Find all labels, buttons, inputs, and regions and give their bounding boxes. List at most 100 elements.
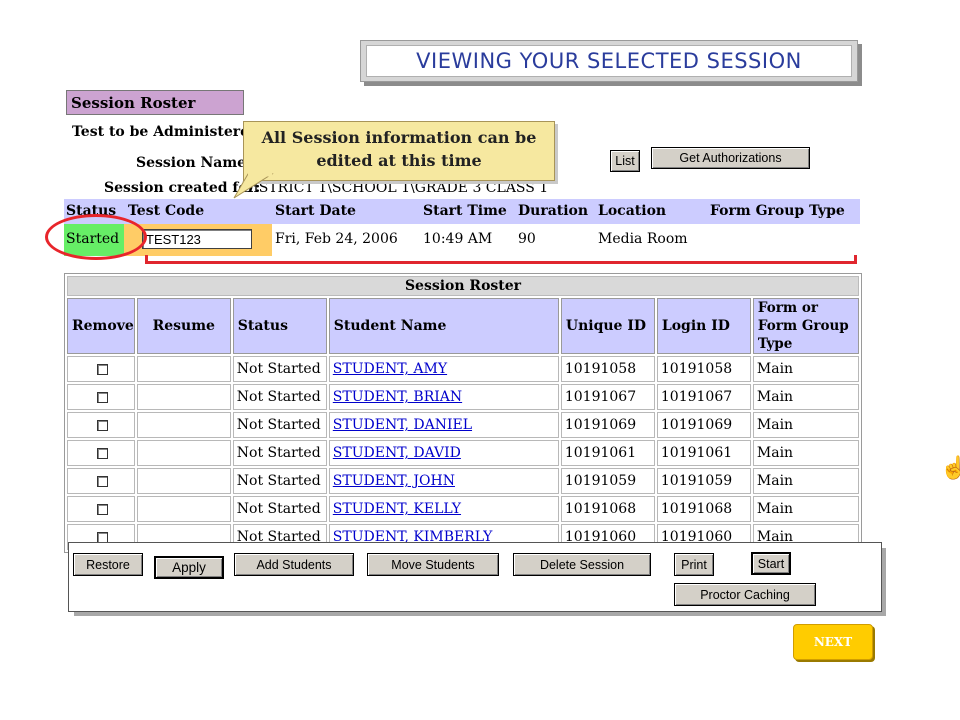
print-button[interactable]: Print [674, 553, 714, 576]
remove-checkbox[interactable] [96, 531, 108, 543]
login-id: 10191061 [656, 440, 751, 466]
header-location: Location [598, 203, 667, 219]
session-info-header: Status Test Code Start Date Start Time D… [64, 199, 860, 224]
info-callout: All Session information can be edited at… [243, 121, 555, 181]
resume-cell [136, 496, 231, 522]
start-time-value: 10:49 AM [423, 231, 493, 247]
login-id: 10191058 [656, 356, 751, 382]
col-login-id: Login ID [656, 298, 751, 354]
student-name-link[interactable]: STUDENT, BRIAN [333, 389, 462, 405]
student-status: Not Started [232, 356, 327, 382]
start-button[interactable]: Start [751, 552, 791, 575]
page-title: VIEWING YOUR SELECTED SESSION [366, 45, 852, 77]
student-status: Not Started [232, 412, 327, 438]
header-start-date: Start Date [275, 203, 356, 219]
header-form-group-type: Form Group Type [710, 203, 845, 219]
roster-body: Not Started STUDENT, AMY 10191058 10191058 M… [67, 356, 859, 550]
test-to-be-administered-label: Test to be Administered: [72, 124, 264, 140]
student-name-cell: STUDENT, DANIEL [328, 412, 559, 438]
form-type: Main [752, 496, 859, 522]
col-status: Status [232, 298, 327, 354]
list-button[interactable]: List [610, 150, 640, 172]
resume-cell [136, 384, 231, 410]
student-name-link[interactable]: STUDENT, JOHN [333, 473, 455, 489]
delete-session-button[interactable]: Delete Session [513, 553, 651, 576]
student-name-link[interactable]: STUDENT, DANIEL [333, 417, 472, 433]
form-type: Main [752, 468, 859, 494]
unique-id: 10191059 [560, 468, 655, 494]
unique-id: 10191069 [560, 412, 655, 438]
form-type: Main [752, 412, 859, 438]
session-info-row: Fri, Feb 24, 2006 10:49 AM 90 Media Room [64, 224, 860, 256]
remove-checkbox[interactable] [96, 419, 108, 431]
callout-text: All Session information can be edited at… [261, 128, 537, 170]
location-value: Media Room [598, 231, 688, 247]
form-type: Main [752, 384, 859, 410]
remove-checkbox[interactable] [96, 447, 108, 459]
header-start-time: Start Time [423, 203, 507, 219]
duration-value: 90 [518, 231, 536, 247]
remove-cell [67, 384, 135, 410]
remove-cell [67, 468, 135, 494]
student-name-link[interactable]: STUDENT, KELLY [333, 501, 461, 517]
remove-checkbox[interactable] [96, 363, 108, 375]
login-id: 10191059 [656, 468, 751, 494]
col-resume: Resume [136, 298, 231, 354]
unique-id: 10191058 [560, 356, 655, 382]
student-status: Not Started [232, 496, 327, 522]
unique-id: 10191061 [560, 440, 655, 466]
highlight-bracket [145, 255, 857, 264]
table-row: Not Started STUDENT, JOHN 10191059 10191059… [67, 468, 859, 494]
header-test-code: Test Code [128, 203, 205, 219]
remove-cell [67, 412, 135, 438]
next-button[interactable]: NEXT [793, 624, 873, 660]
table-row: Not Started STUDENT, KELLY 10191068 1019106… [67, 496, 859, 522]
add-students-button[interactable]: Add Students [234, 553, 354, 576]
remove-cell [67, 356, 135, 382]
remove-cell [67, 496, 135, 522]
col-unique-id: Unique ID [560, 298, 655, 354]
unique-id: 10191067 [560, 384, 655, 410]
resume-cell [136, 440, 231, 466]
remove-checkbox[interactable] [96, 503, 108, 515]
student-name-link[interactable]: STUDENT, AMY [333, 361, 447, 377]
highlight-oval [45, 214, 147, 260]
table-row: Not Started STUDENT, BRIAN 10191067 1019106… [67, 384, 859, 410]
roster-table-caption: Session Roster [67, 276, 859, 296]
proctor-caching-button[interactable]: Proctor Caching [674, 583, 816, 606]
form-type: Main [752, 356, 859, 382]
unique-id: 10191068 [560, 496, 655, 522]
student-name-cell: STUDENT, DAVID [328, 440, 559, 466]
table-row: Not Started STUDENT, AMY 10191058 10191058 M… [67, 356, 859, 382]
student-status: Not Started [232, 440, 327, 466]
col-remove: Remove [67, 298, 135, 354]
student-name-cell: STUDENT, AMY [328, 356, 559, 382]
table-row: Not Started STUDENT, DAVID 10191061 1019106… [67, 440, 859, 466]
student-name-link[interactable]: STUDENT, DAVID [333, 445, 461, 461]
session-roster-table: Session Roster Remove Resume Status Stud… [64, 273, 862, 553]
resume-cell [136, 468, 231, 494]
restore-button[interactable]: Restore [73, 553, 143, 576]
student-name-cell: STUDENT, JOHN [328, 468, 559, 494]
login-id: 10191069 [656, 412, 751, 438]
form-type: Main [752, 440, 859, 466]
student-status: Not Started [232, 384, 327, 410]
get-authorizations-button[interactable]: Get Authorizations [651, 147, 810, 169]
callout-pointer [233, 173, 274, 199]
remove-checkbox[interactable] [96, 391, 108, 403]
remove-checkbox[interactable] [96, 475, 108, 487]
page-title-banner: VIEWING YOUR SELECTED SESSION [360, 40, 858, 82]
move-students-button[interactable]: Move Students [367, 553, 499, 576]
resume-cell [136, 412, 231, 438]
session-name-label: Session Name: [136, 155, 252, 171]
session-roster-heading: Session Roster [66, 90, 244, 115]
col-form-type: Form or Form Group Type [752, 298, 859, 354]
student-status: Not Started [232, 468, 327, 494]
table-row: Not Started STUDENT, DANIEL 10191069 101910… [67, 412, 859, 438]
student-name-cell: STUDENT, KELLY [328, 496, 559, 522]
remove-cell [67, 440, 135, 466]
col-student-name: Student Name [328, 298, 559, 354]
login-id: 10191067 [656, 384, 751, 410]
apply-button[interactable]: Apply [154, 556, 224, 579]
hand-pointer-icon: ☝ [940, 456, 960, 481]
